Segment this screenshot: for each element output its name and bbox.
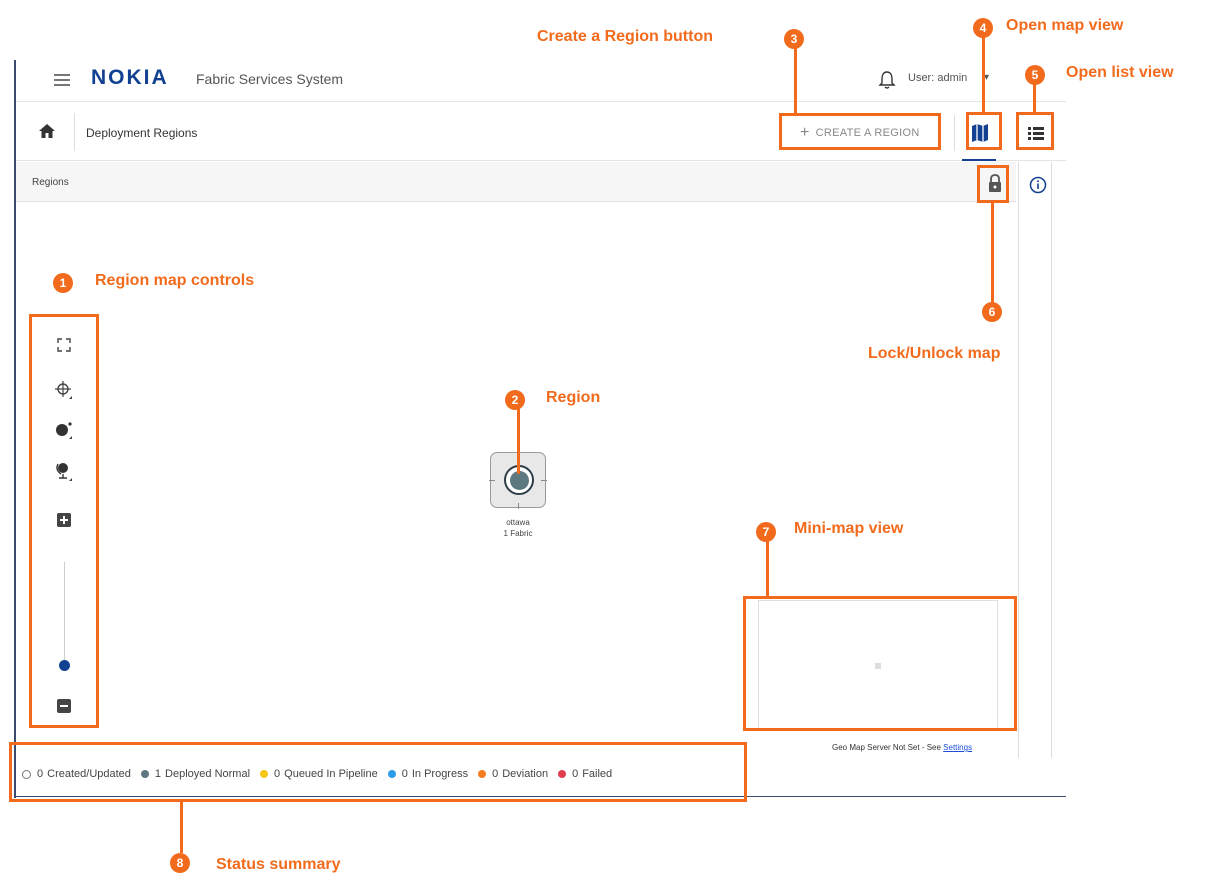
highlight-create-region: [779, 113, 941, 150]
annotation-leader: [1033, 84, 1036, 113]
settings-link[interactable]: Settings: [943, 743, 972, 752]
annotation-label: Lock/Unlock map: [868, 345, 1001, 362]
annotation-badge: 1: [53, 273, 73, 293]
divider: [74, 113, 75, 151]
annotation-label: Region map controls: [95, 272, 255, 289]
highlight-map-view: [966, 112, 1002, 150]
region-name: ottawa: [506, 518, 530, 527]
annotation-leader: [982, 36, 985, 113]
regions-header: Regions: [16, 162, 1016, 202]
highlight-map-controls: [29, 314, 99, 728]
annotation-leader: [766, 540, 769, 597]
annotation-badge: 4: [973, 18, 993, 38]
annotation-badge: 5: [1025, 65, 1045, 85]
notification-bell-icon[interactable]: [878, 70, 896, 90]
annotation-leader: [794, 48, 797, 114]
app-title: Fabric Services System: [196, 71, 344, 87]
annotation-leader: [517, 408, 520, 474]
active-tab-indicator: [962, 159, 996, 161]
annotation-label: Open list view: [1066, 64, 1174, 81]
annotation-label: Mini-map view: [794, 520, 904, 537]
annotation-label: Region: [546, 389, 601, 406]
highlight-list-view: [1016, 112, 1054, 150]
annotation-badge: 2: [505, 390, 525, 410]
right-side-panel: [1018, 162, 1052, 758]
nokia-logo: NOKIA: [91, 66, 169, 89]
info-icon[interactable]: [1029, 176, 1047, 194]
highlight-status-summary: [9, 742, 747, 802]
highlight-minimap: [743, 596, 1017, 731]
annotation-label: Create a Region button: [537, 28, 714, 45]
region-fabric-count: 1 Fabric: [503, 529, 533, 538]
annotation-badge: 8: [170, 853, 190, 873]
annotation-badge: 3: [784, 29, 804, 49]
annotation-label: Status summary: [216, 856, 341, 873]
annotation-label: Open map view: [1006, 17, 1124, 34]
hamburger-menu-icon[interactable]: [54, 71, 74, 89]
annotation-badge: 6: [982, 302, 1002, 322]
annotation-leader: [180, 801, 183, 853]
geo-map-note: Geo Map Server Not Set - See Settings: [832, 743, 973, 752]
regions-label: Regions: [32, 177, 69, 188]
user-menu[interactable]: User: admin: [908, 72, 967, 84]
highlight-lock: [977, 165, 1009, 203]
annotation-badge: 7: [756, 522, 776, 542]
home-icon[interactable]: [38, 122, 56, 140]
divider: [954, 115, 955, 151]
top-bar: NOKIA Fabric Services System User: admin…: [16, 60, 1066, 102]
annotation-leader: [991, 202, 994, 304]
page-title: Deployment Regions: [86, 126, 198, 140]
